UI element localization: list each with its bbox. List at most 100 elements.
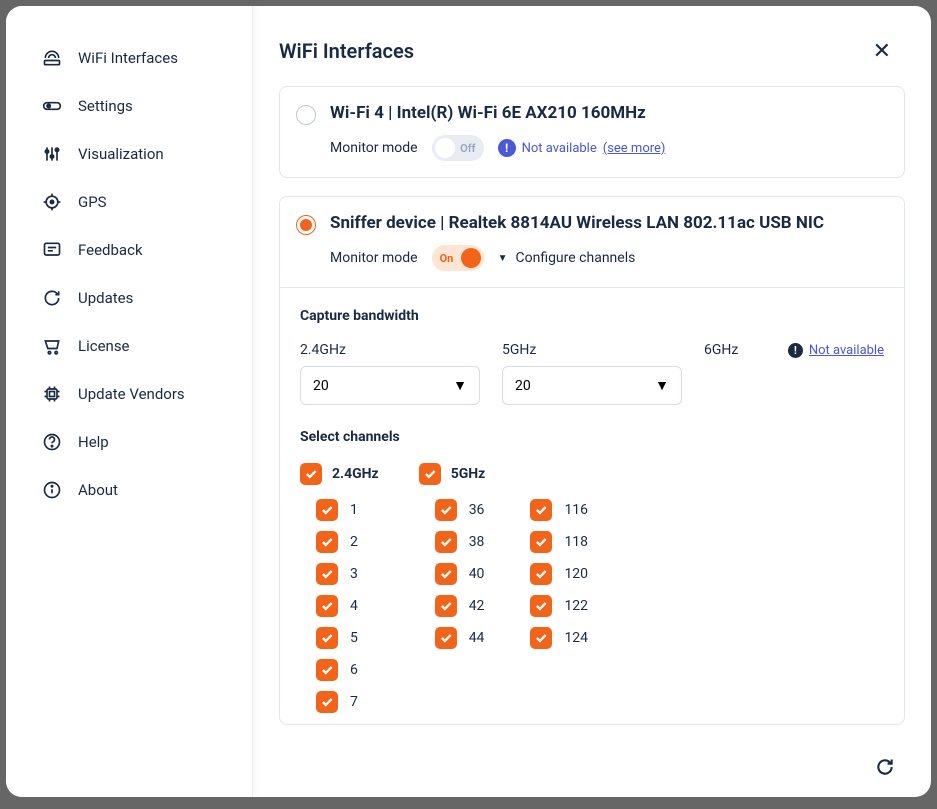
channel-checkbox[interactable] (530, 531, 552, 553)
monitor-mode-label: Monitor mode (330, 250, 418, 266)
sidebar-item-visualization[interactable]: Visualization (6, 130, 252, 178)
channel-item[interactable]: 1 (316, 499, 379, 521)
channel-item[interactable]: 124 (530, 627, 588, 649)
capture-bandwidth-title: Capture bandwidth (300, 308, 884, 324)
sidebar: WiFi Interfaces Settings Visualization G… (6, 6, 253, 797)
sidebar-item-wifi[interactable]: WiFi Interfaces (6, 34, 252, 82)
sidebar-item-vendors[interactable]: Update Vendors (6, 370, 252, 418)
sidebar-item-label: WiFi Interfaces (78, 49, 178, 67)
select-channels-title: Select channels (300, 429, 884, 445)
chip-icon (42, 384, 62, 404)
main-header: WiFi Interfaces ✕ (253, 6, 931, 86)
main-content: WiFi Interfaces ✕ Wi-Fi 4 | Intel(R) Wi-… (253, 6, 931, 797)
close-icon: ✕ (873, 38, 891, 63)
warn-icon: ! (788, 343, 803, 358)
sidebar-item-label: GPS (78, 193, 107, 211)
channel-checkbox[interactable] (316, 659, 338, 681)
channels-area[interactable]: 2.4GHz 1 2 3 4 5 6 7 (300, 463, 884, 723)
interface-radio[interactable] (296, 215, 316, 235)
channel-checkbox[interactable] (435, 563, 457, 585)
not-available-6ghz: ! Not available (788, 343, 884, 358)
not-available-badge: ! Not available (see more) (498, 139, 666, 157)
refresh-button[interactable] (875, 757, 895, 783)
channel-checkbox[interactable] (435, 531, 457, 553)
channel-item[interactable]: 40 (435, 563, 485, 585)
monitor-toggle[interactable]: On (432, 245, 484, 271)
interface-title: Sniffer device | Realtek 8814AU Wireless… (330, 213, 884, 233)
bandwidth-select-24[interactable]: 20 ▼ (300, 366, 480, 405)
sidebar-item-gps[interactable]: GPS (6, 178, 252, 226)
sidebar-item-updates[interactable]: Updates (6, 274, 252, 322)
bandwidth-select-5[interactable]: 20 ▼ (502, 366, 682, 405)
band-label-6: 6GHz (704, 342, 738, 358)
channel-checkbox[interactable] (316, 531, 338, 553)
channel-item[interactable]: 122 (530, 595, 588, 617)
sliders-icon (42, 144, 62, 164)
gps-icon (42, 192, 62, 212)
band-label-24: 2.4GHz (300, 342, 480, 358)
channel-item[interactable]: 36 (435, 499, 485, 521)
channel-checkbox[interactable] (530, 499, 552, 521)
sidebar-item-settings[interactable]: Settings (6, 82, 252, 130)
channel-item[interactable]: 38 (435, 531, 485, 553)
chevron-down-icon: ▼ (498, 253, 508, 264)
channel-item[interactable]: 42 (435, 595, 485, 617)
chevron-down-icon: ▼ (655, 377, 669, 394)
channel-checkbox[interactable] (530, 563, 552, 585)
sidebar-item-help[interactable]: Help (6, 418, 252, 466)
wifi-icon (42, 48, 62, 68)
channel-item[interactable]: 5 (316, 627, 379, 649)
info-icon (42, 480, 62, 500)
sidebar-item-label: Update Vendors (78, 385, 185, 403)
band-label-5: 5GHz (502, 342, 682, 358)
page-title: WiFi Interfaces (279, 39, 414, 63)
channel-checkbox[interactable] (316, 691, 338, 713)
sidebar-item-label: Updates (78, 289, 133, 307)
feedback-icon (42, 240, 62, 260)
sidebar-item-about[interactable]: About (6, 466, 252, 514)
sidebar-item-label: Settings (78, 97, 133, 115)
channel-item[interactable]: 118 (530, 531, 588, 553)
monitor-mode-label: Monitor mode (330, 140, 418, 156)
help-icon (42, 432, 62, 452)
close-button[interactable]: ✕ (869, 34, 895, 68)
band-5-checkbox[interactable] (419, 463, 441, 485)
band-24-checkbox[interactable] (300, 463, 322, 485)
channel-item[interactable]: 7 (316, 691, 379, 713)
sidebar-item-label: License (78, 337, 130, 355)
not-available-link[interactable]: Not available (809, 343, 884, 358)
channel-item[interactable]: 116 (530, 499, 588, 521)
sidebar-item-license[interactable]: License (6, 322, 252, 370)
channel-checkbox[interactable] (435, 499, 457, 521)
toggle-icon (42, 96, 62, 116)
see-more-link[interactable]: (see more) (603, 141, 666, 156)
refresh-icon (42, 288, 62, 308)
channel-item[interactable]: 3 (316, 563, 379, 585)
sidebar-item-label: Help (78, 433, 109, 451)
channel-checkbox[interactable] (316, 595, 338, 617)
channel-item[interactable]: 6 (316, 659, 379, 681)
cart-icon (42, 336, 62, 356)
channel-item[interactable]: 4 (316, 595, 379, 617)
sidebar-item-label: Visualization (78, 145, 164, 163)
interface-radio[interactable] (296, 105, 316, 125)
monitor-toggle[interactable]: Off (432, 135, 484, 161)
channel-checkbox[interactable] (530, 627, 552, 649)
footer (253, 743, 931, 797)
band-5-label: 5GHz (451, 466, 486, 482)
sidebar-item-feedback[interactable]: Feedback (6, 226, 252, 274)
channel-item[interactable]: 44 (435, 627, 485, 649)
band-24-label: 2.4GHz (332, 466, 379, 482)
channel-checkbox[interactable] (316, 627, 338, 649)
configure-channels-dropdown[interactable]: ▼ Configure channels (498, 250, 636, 266)
channel-checkbox[interactable] (316, 563, 338, 585)
chevron-down-icon: ▼ (453, 377, 467, 394)
channel-checkbox[interactable] (316, 499, 338, 521)
channel-item[interactable]: 2 (316, 531, 379, 553)
channel-checkbox[interactable] (435, 595, 457, 617)
refresh-icon (875, 757, 895, 777)
channel-checkbox[interactable] (435, 627, 457, 649)
channel-checkbox[interactable] (530, 595, 552, 617)
info-icon: ! (498, 139, 516, 157)
channel-item[interactable]: 120 (530, 563, 588, 585)
